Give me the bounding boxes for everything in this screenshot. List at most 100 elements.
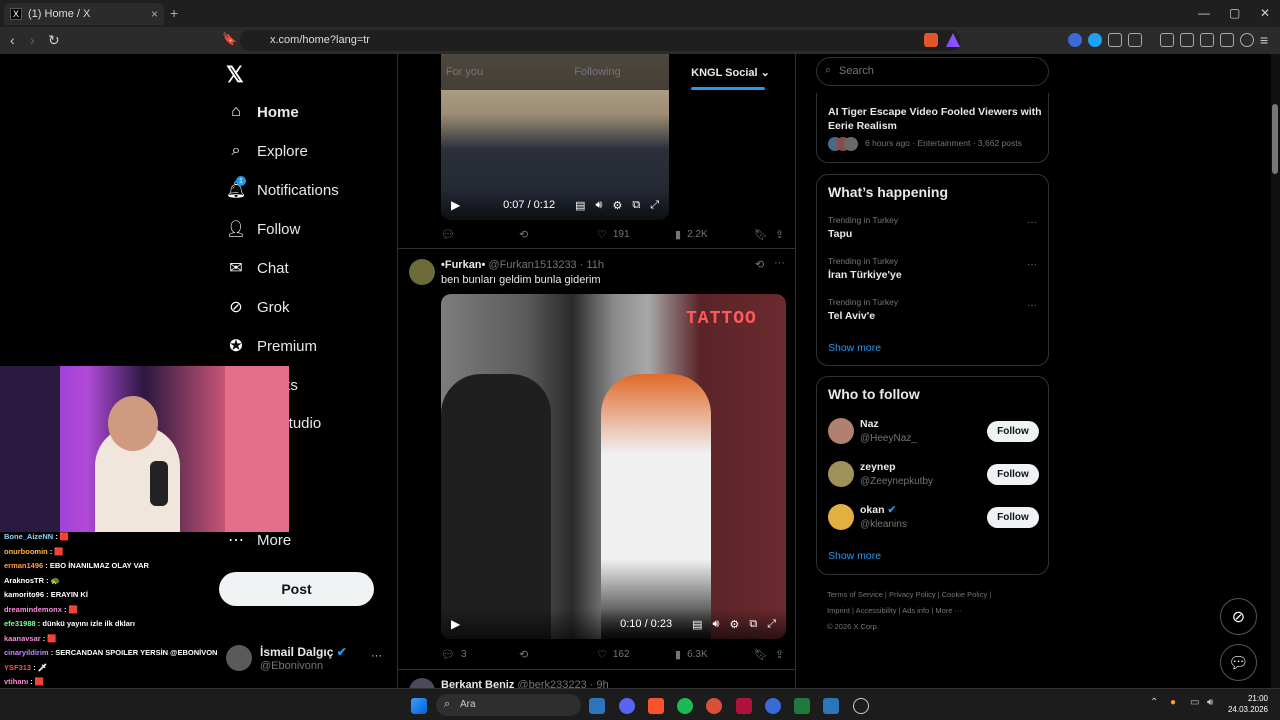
- nav-home[interactable]: ⌂ Home: [226, 97, 299, 127]
- app-icon[interactable]: [736, 698, 752, 714]
- post-button[interactable]: Post: [219, 572, 374, 606]
- trend-name[interactable]: İran Türkiye'ye: [828, 269, 902, 281]
- avatar[interactable]: [828, 418, 854, 444]
- reply-button[interactable]: 💬︎: [441, 228, 461, 241]
- taskbar-search[interactable]: ⌕ Ara: [436, 694, 581, 716]
- music-icon[interactable]: [1160, 33, 1174, 47]
- like-button[interactable]: ♡ 191: [597, 228, 630, 241]
- scrollbar-thumb[interactable]: [1272, 104, 1278, 174]
- wallet-icon[interactable]: [1200, 33, 1214, 47]
- reload-icon[interactable]: ↻: [48, 32, 60, 49]
- follow-name[interactable]: zeynep: [860, 461, 896, 473]
- bookmark-button[interactable]: 🔖︎: [754, 648, 774, 661]
- volume-icon[interactable]: 🔊︎: [713, 618, 720, 631]
- discord-icon[interactable]: [619, 698, 635, 714]
- maximize-button[interactable]: ▢: [1229, 6, 1240, 20]
- show-more-link[interactable]: Show more: [828, 342, 881, 354]
- system-clock[interactable]: 21:00 24.03.2026: [1226, 693, 1268, 715]
- captions-icon[interactable]: ▤: [692, 618, 702, 631]
- share-button[interactable]: ⇪: [775, 228, 790, 241]
- follow-name[interactable]: okan ✔: [860, 504, 896, 516]
- network-icon[interactable]: ▭: [1190, 697, 1199, 708]
- brave-icon[interactable]: [648, 698, 664, 714]
- reply-button[interactable]: 💬︎ 3: [441, 648, 467, 661]
- steam-icon[interactable]: [589, 698, 605, 714]
- steam-icon[interactable]: [823, 698, 839, 714]
- settings-icon[interactable]: ⚙: [729, 618, 739, 631]
- app-icon[interactable]: [765, 698, 781, 714]
- messages-fab-button[interactable]: 💬︎: [1220, 644, 1257, 681]
- like-button[interactable]: ♡ 162: [597, 648, 630, 661]
- back-icon[interactable]: ‹: [10, 32, 15, 48]
- close-window-button[interactable]: ✕: [1260, 6, 1270, 20]
- tab-close-icon[interactable]: ×: [151, 7, 158, 21]
- grok-icon[interactable]: ⟲: [755, 258, 764, 271]
- screenshot-icon[interactable]: [1128, 33, 1142, 47]
- browser-tab[interactable]: X (1) Home / X ×: [4, 3, 164, 25]
- forward-icon[interactable]: ›: [30, 32, 35, 48]
- tweet-video[interactable]: TATTOO ▶ 0:10 / 0:23 ▤ 🔊︎ ⚙ ⧉ ⤢: [441, 294, 786, 639]
- tab-kngl-social[interactable]: KNGL Social ⌄: [664, 54, 795, 90]
- brave-shield-icon[interactable]: [924, 33, 938, 47]
- retweet-button[interactable]: ⟲: [519, 228, 534, 241]
- follow-button[interactable]: Follow: [987, 507, 1039, 528]
- extension-icon[interactable]: [1068, 33, 1082, 47]
- pip-icon[interactable]: ⧉: [749, 618, 757, 631]
- more-icon[interactable]: ···: [774, 257, 785, 269]
- views-button[interactable]: ▮ 2.2K: [675, 228, 708, 241]
- footer-line[interactable]: Terms of Service | Privacy Policy | Cook…: [827, 587, 1037, 603]
- more-icon[interactable]: ···: [371, 650, 382, 662]
- trend-name[interactable]: Tel Aviv'e: [828, 310, 875, 322]
- author-name[interactable]: •Furkan•: [441, 259, 485, 271]
- x-logo[interactable]: 𝕏: [226, 62, 244, 88]
- spotify-icon[interactable]: [677, 698, 693, 714]
- more-icon[interactable]: ···: [1027, 300, 1037, 311]
- captions-icon[interactable]: ▤: [575, 199, 585, 212]
- extension-icon[interactable]: [1088, 33, 1102, 47]
- fullscreen-icon[interactable]: ⤢: [767, 618, 776, 631]
- address-bar[interactable]: x.com/home?lang=tr: [240, 30, 960, 51]
- nav-notifications[interactable]: 🔔︎ 1 Notifications: [226, 175, 339, 205]
- minimize-button[interactable]: —: [1198, 6, 1210, 20]
- excel-icon[interactable]: [794, 698, 810, 714]
- nav-follow[interactable]: 👤︎ Follow: [226, 214, 301, 244]
- tray-chevron-icon[interactable]: ⌃: [1150, 697, 1158, 708]
- views-button[interactable]: ▮ 6.3K: [675, 648, 708, 661]
- start-icon[interactable]: [411, 698, 427, 714]
- volume-icon[interactable]: 🔊︎: [1207, 697, 1213, 708]
- author-handle[interactable]: @Furkan1513233: [488, 259, 576, 271]
- nav-explore[interactable]: ⌕ Explore: [226, 136, 308, 166]
- more-icon[interactable]: ···: [1027, 259, 1037, 270]
- nav-premium[interactable]: ✪ Premium: [226, 331, 317, 361]
- avatar[interactable]: [828, 504, 854, 530]
- extensions-puzzle-icon[interactable]: [1108, 33, 1122, 47]
- pip-icon[interactable]: ⧉: [632, 199, 640, 212]
- grok-fab-button[interactable]: ⊘: [1220, 598, 1257, 635]
- play-icon[interactable]: ▶: [451, 617, 460, 631]
- follow-name[interactable]: Naz: [860, 418, 879, 430]
- leo-ai-icon[interactable]: [1220, 33, 1234, 47]
- trend-name[interactable]: Tapu: [828, 228, 852, 240]
- play-icon[interactable]: ▶: [451, 198, 460, 212]
- nav-grok[interactable]: ⊘ Grok: [226, 292, 289, 322]
- app-icon[interactable]: [706, 698, 722, 714]
- sidebar-icon[interactable]: [1180, 33, 1194, 47]
- nav-chat[interactable]: ✉ Chat: [226, 253, 288, 283]
- volume-icon[interactable]: 🔊︎: [596, 199, 603, 212]
- follow-button[interactable]: Follow: [987, 421, 1039, 442]
- bookmark-button[interactable]: 🔖︎: [754, 228, 774, 241]
- search-input[interactable]: ⌕ Search: [816, 57, 1049, 86]
- tab-for-you[interactable]: For you: [398, 54, 531, 90]
- vpn-icon[interactable]: [1240, 33, 1254, 47]
- share-button[interactable]: ⇪: [775, 648, 790, 661]
- avatar[interactable]: [828, 461, 854, 487]
- more-icon[interactable]: ···: [1027, 217, 1037, 228]
- fullscreen-icon[interactable]: ⤢: [650, 199, 659, 212]
- avatar[interactable]: [409, 259, 435, 285]
- menu-icon[interactable]: ≡: [1260, 32, 1268, 48]
- microphone-icon[interactable]: ●: [1170, 697, 1176, 708]
- news-card[interactable]: AI Tiger Escape Video Fooled Viewers wit…: [816, 93, 1049, 163]
- settings-icon[interactable]: ⚙: [612, 199, 622, 212]
- show-more-link[interactable]: Show more: [828, 550, 881, 562]
- follow-button[interactable]: Follow: [987, 464, 1039, 485]
